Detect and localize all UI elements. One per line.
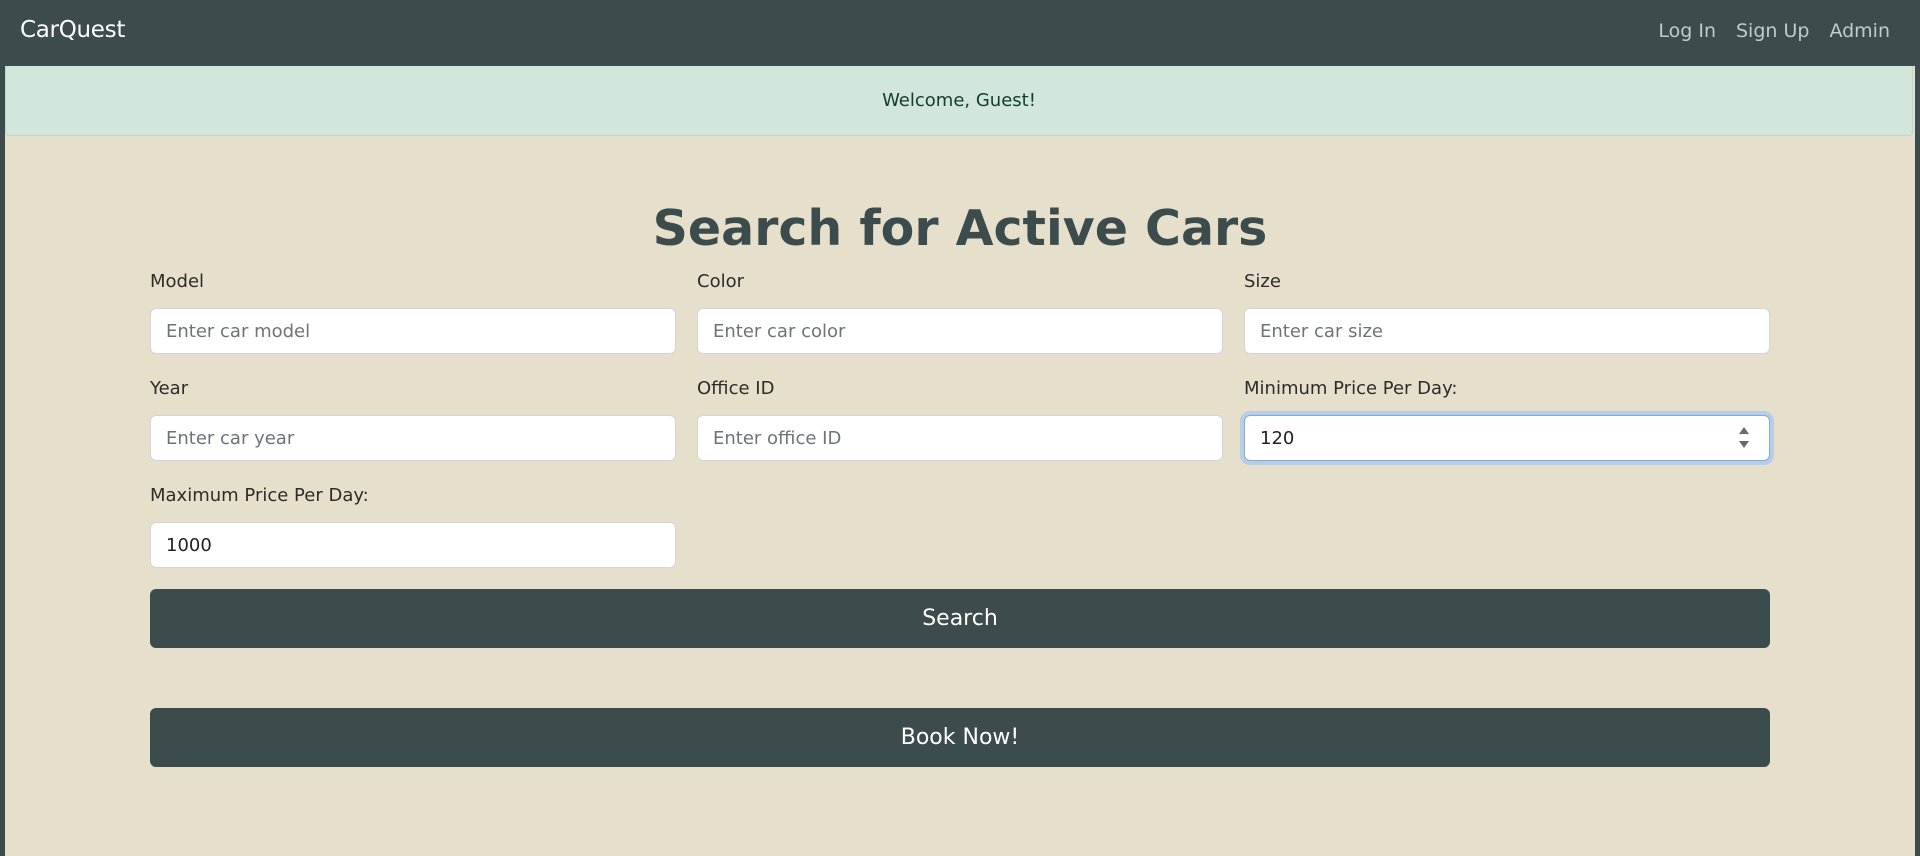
office-id-field-group: Office ID [697,377,1223,461]
number-stepper[interactable] [1738,427,1750,453]
size-label: Size [1244,271,1281,292]
max-price-field-group: Maximum Price Per Day: [150,484,676,568]
welcome-message: Welcome, Guest! [882,90,1036,111]
min-price-input[interactable] [1244,415,1770,461]
book-now-button[interactable]: Book Now! [150,708,1770,767]
size-field-group: Size [1244,270,1770,354]
year-label: Year [150,378,189,399]
max-price-label: Maximum Price Per Day: [150,485,369,506]
nav-login-link[interactable]: Log In [1658,20,1716,42]
year-field-group: Year [150,377,676,461]
stepper-up-icon[interactable] [1739,427,1749,434]
nav-signup-link[interactable]: Sign Up [1736,20,1809,42]
nav-admin-link[interactable]: Admin [1829,20,1890,42]
page-title: Search for Active Cars [652,200,1268,257]
color-field-group: Color [697,270,1223,354]
min-price-field-group: Minimum Price Per Day: [1244,377,1770,461]
color-label: Color [697,271,744,292]
max-price-input[interactable] [150,522,676,568]
office-id-input[interactable] [697,415,1223,461]
office-id-label: Office ID [697,378,775,399]
welcome-alert: Welcome, Guest! [5,66,1913,136]
size-input[interactable] [1244,308,1770,354]
min-price-label: Minimum Price Per Day: [1244,378,1458,399]
model-label: Model [150,271,205,292]
color-input[interactable] [697,308,1223,354]
year-input[interactable] [150,415,676,461]
stepper-down-icon[interactable] [1739,441,1749,448]
navbar: CarQuest Log In Sign Up Admin [0,0,1920,66]
brand-logo[interactable]: CarQuest [20,17,125,43]
model-field-group: Model [150,270,676,354]
model-input[interactable] [150,308,676,354]
nav-links: Log In Sign Up Admin [1658,20,1890,42]
search-button[interactable]: Search [150,589,1770,648]
